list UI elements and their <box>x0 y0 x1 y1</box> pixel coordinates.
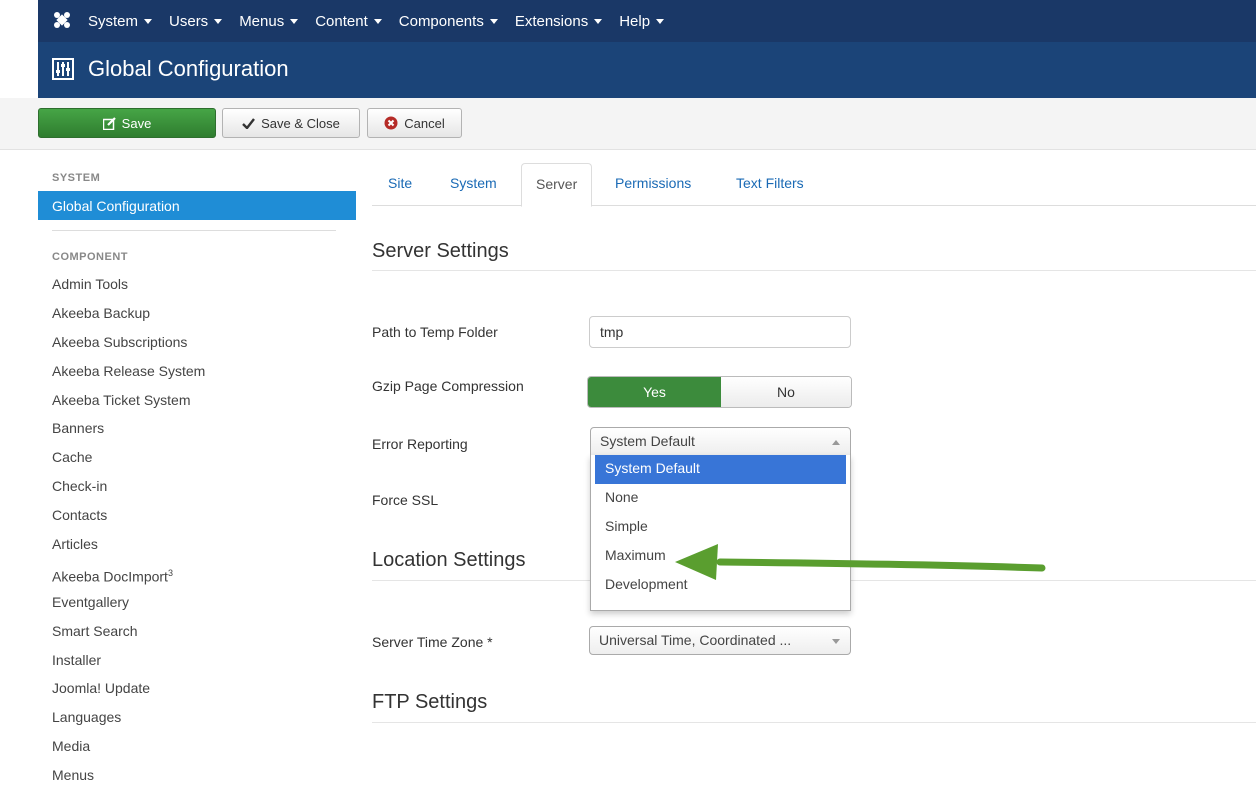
caret-down-icon <box>656 18 665 24</box>
component-list: Admin Tools Akeeba Backup Akeeba Subscri… <box>52 274 205 794</box>
sidebar-item-global-configuration[interactable]: Global Configuration <box>38 191 356 220</box>
menu-label: System <box>88 12 139 30</box>
menu-label: Help <box>619 12 651 30</box>
tab-permissions[interactable]: Permissions <box>615 163 691 206</box>
sidebar-item[interactable]: Akeeba Release System <box>52 361 205 390</box>
caret-down-icon <box>214 18 223 24</box>
dropdown-option[interactable]: Simple <box>595 513 846 542</box>
sidebar-item[interactable]: Akeeba Backup <box>52 303 205 332</box>
sidebar-item[interactable]: Check-in <box>52 476 205 505</box>
timezone-select[interactable]: Universal Time, Coordinated ... <box>589 626 851 655</box>
sidebar: SYSTEM Global Configuration COMPONENT Ad… <box>38 150 356 783</box>
cancel-icon <box>384 116 398 130</box>
menu-label: Components <box>398 12 484 30</box>
section-divider <box>372 270 1256 271</box>
save-close-label: Save & Close <box>261 115 340 131</box>
error-reporting-label: Error Reporting <box>372 436 468 452</box>
joomla-logo-icon[interactable] <box>52 10 72 30</box>
component-heading: COMPONENT <box>52 251 128 263</box>
menu-extensions[interactable]: Extensions <box>514 12 603 30</box>
timezone-value: Universal Time, Coordinated ... <box>599 632 792 648</box>
caret-down-icon <box>290 18 299 24</box>
page-title: Global Configuration <box>88 56 289 81</box>
section-divider <box>372 722 1256 723</box>
check-icon <box>242 117 256 129</box>
sidebar-item[interactable]: Joomla! Update <box>52 678 205 707</box>
top-navbar: System Users Menus Content Components Ex… <box>0 0 1256 42</box>
toolbar: Save Save & Close Cancel <box>0 98 1256 150</box>
gzip-yes-button[interactable]: Yes <box>588 377 721 407</box>
sidebar-item[interactable]: Cache <box>52 447 205 476</box>
menu-help[interactable]: Help <box>619 12 665 30</box>
chevron-down-icon <box>832 639 840 644</box>
sidebar-item[interactable]: Akeeba Ticket System <box>52 390 205 419</box>
edit-icon <box>102 116 116 130</box>
sidebar-item[interactable]: Banners <box>52 418 205 447</box>
chevron-up-icon <box>832 440 840 445</box>
menu-content[interactable]: Content <box>315 13 382 30</box>
timezone-label: Server Time Zone * <box>372 634 493 650</box>
sidebar-divider <box>52 230 336 231</box>
ftp-settings-title: FTP Settings <box>372 691 488 713</box>
menu-label: Menus <box>239 12 285 30</box>
sidebar-item[interactable]: Admin Tools <box>52 274 205 303</box>
sidebar-item[interactable]: Eventgallery <box>52 592 205 621</box>
cancel-button[interactable]: Cancel <box>367 108 462 138</box>
sidebar-item[interactable]: Akeeba Subscriptions <box>52 332 205 361</box>
server-settings-title: Server Settings <box>372 240 509 262</box>
sidebar-item[interactable]: Menus <box>52 765 205 794</box>
menu-users[interactable]: Users <box>169 12 223 30</box>
caret-down-icon <box>489 18 498 24</box>
sidebar-item[interactable]: Languages <box>52 707 205 736</box>
gzip-no-button[interactable]: No <box>721 377 851 407</box>
menu-label: Content <box>315 12 368 30</box>
save-label: Save <box>121 115 152 131</box>
location-settings-title: Location Settings <box>372 549 526 571</box>
gzip-label: Gzip Page Compression <box>372 378 524 394</box>
dropdown-option[interactable]: System Default <box>595 455 846 484</box>
sidebar-item[interactable]: Installer <box>52 650 205 679</box>
sidebar-item[interactable]: Contacts <box>52 505 205 534</box>
temp-folder-label: Path to Temp Folder <box>372 324 498 340</box>
tab-system[interactable]: System <box>450 163 497 206</box>
navbar-bar: System Users Menus Content Components Ex… <box>38 0 1256 42</box>
equalizer-icon <box>52 58 74 80</box>
annotation-arrow-icon <box>675 544 1046 580</box>
sidebar-item[interactable]: Smart Search <box>52 621 205 650</box>
menu-label: Extensions <box>514 12 589 30</box>
menu-system[interactable]: System <box>88 12 153 30</box>
caret-down-icon <box>144 18 153 24</box>
title-bar: Global Configuration <box>38 42 1256 98</box>
save-button[interactable]: Save <box>38 108 216 138</box>
error-reporting-value: System Default <box>600 433 695 449</box>
gzip-toggle: Yes No <box>587 376 852 408</box>
sidebar-item[interactable]: Media <box>52 736 205 765</box>
cancel-label: Cancel <box>404 115 445 131</box>
tab-site[interactable]: Site <box>388 163 412 206</box>
caret-down-icon <box>373 18 382 24</box>
dropdown-option[interactable]: None <box>595 484 846 513</box>
docimport-superscript: 3 <box>167 567 173 578</box>
menu-components[interactable]: Components <box>399 13 498 30</box>
caret-down-icon <box>594 18 603 24</box>
tab-text-filters[interactable]: Text Filters <box>736 163 804 206</box>
error-reporting-select[interactable]: System Default <box>590 427 851 456</box>
system-heading: SYSTEM <box>52 172 101 184</box>
tab-server[interactable]: Server <box>521 163 593 207</box>
temp-folder-input[interactable]: tmp <box>589 316 851 348</box>
menu-label: Users <box>169 12 209 30</box>
sidebar-item[interactable]: Articles <box>52 534 205 563</box>
tab-bar: Site System Server Permissions Text Filt… <box>372 163 1256 207</box>
sidebar-item-docimport[interactable]: Akeeba DocImport3 <box>52 563 205 592</box>
sidebar-item-label: Akeeba DocImport <box>52 568 168 585</box>
force-ssl-label: Force SSL <box>372 492 439 508</box>
main-menu: System Users Menus Content Components Ex… <box>88 0 681 42</box>
menu-menus[interactable]: Menus <box>239 12 299 30</box>
save-close-button[interactable]: Save & Close <box>222 108 360 138</box>
